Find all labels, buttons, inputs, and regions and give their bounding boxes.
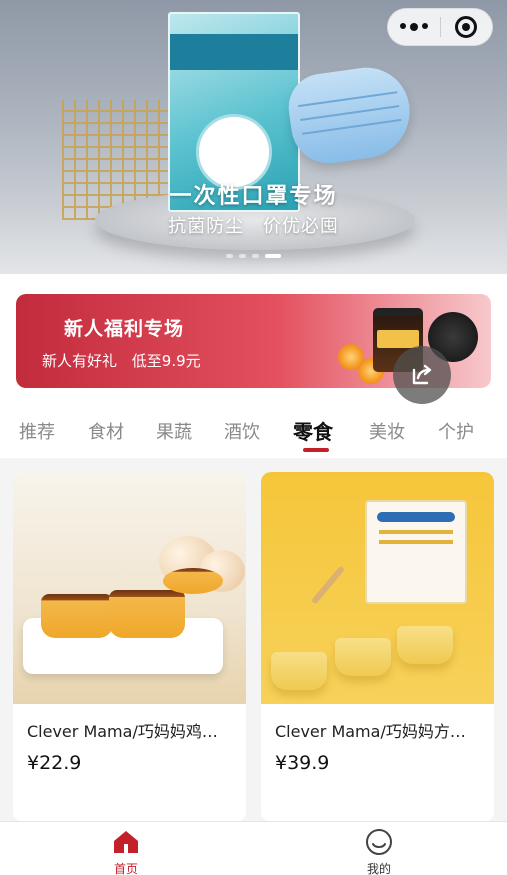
hero-subtitle: 抗菌防尘 价优必囤: [0, 212, 507, 238]
product-image: [13, 472, 246, 704]
tab-ingredients[interactable]: 食材: [88, 418, 124, 444]
carousel-dot[interactable]: [226, 254, 233, 258]
tab-snacks[interactable]: 零食: [293, 416, 333, 445]
smiley-profile-icon: [365, 828, 393, 856]
hero-subtitle-right: 价优必囤: [262, 216, 339, 237]
active-tab-indicator: [303, 448, 329, 452]
carousel-dot-active[interactable]: [265, 254, 281, 258]
tab-recommend[interactable]: 推荐: [19, 418, 55, 444]
home-icon: [112, 828, 140, 856]
share-button[interactable]: [393, 346, 451, 404]
product-image: [261, 472, 494, 704]
tab-personal-care[interactable]: 个护: [438, 418, 474, 444]
carousel-indicator: [0, 254, 507, 258]
hero-subtitle-left: 抗菌防尘: [168, 216, 245, 237]
nav-home[interactable]: 首页: [66, 828, 186, 875]
product-card[interactable]: Clever Mama/巧妈妈鸡… ¥22.9: [13, 472, 246, 822]
tab-beauty[interactable]: 美妆: [369, 418, 405, 444]
product-price: ¥39.9: [275, 752, 330, 774]
nav-mine[interactable]: 我的: [319, 828, 439, 875]
mini-program-close-icon[interactable]: [441, 16, 493, 38]
category-tabs: 推荐 食材 果蔬 酒饮 零食 美妆 个护: [0, 410, 507, 458]
more-dots-icon[interactable]: [388, 23, 440, 31]
tab-produce[interactable]: 果蔬: [156, 418, 192, 444]
product-price: ¥22.9: [27, 752, 82, 774]
share-icon: [412, 364, 432, 385]
mini-program-capsule: [387, 8, 493, 46]
product-name: Clever Mama/巧妈妈方…: [275, 722, 466, 741]
promo-subtitle: 新人有好礼 低至9.9元: [42, 350, 201, 371]
product-card[interactable]: Clever Mama/巧妈妈方… ¥39.9: [261, 472, 494, 822]
bottom-navigation: 首页 我的: [0, 821, 507, 875]
product-grid: Clever Mama/巧妈妈鸡… ¥22.9 Clever Mama/巧妈妈方…: [0, 458, 507, 822]
hero-title: 一次性口罩专场: [169, 184, 338, 209]
promo-title: 新人福利专场: [64, 318, 185, 340]
promo-subtitle-left: 新人有好礼: [42, 352, 118, 370]
product-name: Clever Mama/巧妈妈鸡…: [27, 722, 218, 741]
nav-home-label: 首页: [113, 862, 138, 875]
carousel-dot[interactable]: [239, 254, 246, 258]
promo-subtitle-right: 低至9.9元: [131, 352, 201, 370]
nav-mine-label: 我的: [366, 862, 391, 875]
surgical-mask-image: [284, 62, 416, 168]
page: 一次性口罩专场 抗菌防尘 价优必囤 新人福利专场 新人有好礼 低至9.9元 推荐…: [0, 0, 507, 875]
carousel-dot[interactable]: [252, 254, 259, 258]
tab-drinks[interactable]: 酒饮: [224, 418, 260, 444]
